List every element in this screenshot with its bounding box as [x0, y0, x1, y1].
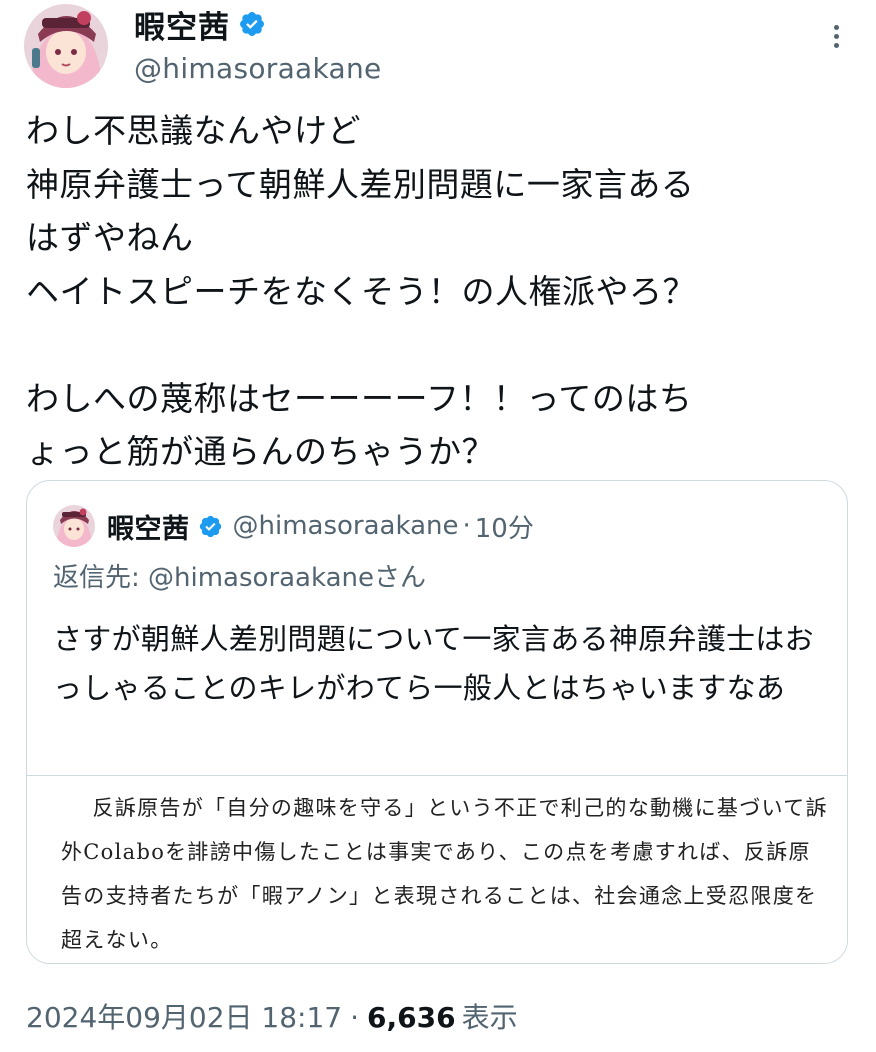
quoted-author-display-name[interactable]: 暇空茜 [107, 507, 190, 546]
quoted-author-handle[interactable]: @himasoraakane [233, 511, 459, 541]
quoted-tweet-text: さすが朝鮮人差別問題について一家言ある神原弁護士はおっしゃることのキレがわてら一… [53, 622, 814, 705]
separator-dot: · [462, 511, 471, 541]
views-count: 6,636 [367, 1001, 456, 1034]
author-handle[interactable]: @himasoraakane [134, 52, 382, 85]
author-display-name[interactable]: 暇空茜 [134, 2, 230, 47]
tweet-timestamp[interactable]: 2024年09月02日 18:17 [26, 996, 342, 1036]
quoted-reply-to[interactable]: 返信先: @himasoraakaneさん [53, 557, 426, 594]
views-label: 表示 [461, 1001, 518, 1034]
quoted-author-avatar[interactable] [53, 505, 95, 547]
more-vertical-icon-dot [833, 34, 839, 39]
quoted-tweet-image[interactable]: 反訴原告が「自分の趣味を守る」という不正で利己的な動機に基づいて訴外Colabo… [27, 775, 847, 963]
more-options-button[interactable] [826, 22, 846, 58]
document-image-text: 反訴原告が「自分の趣味を守る」という不正で利己的な動機に基づいて訴外Colabo… [61, 796, 828, 952]
tweet-text: わし不思議なんやけど 神原弁護士って朝鮮人差別問題に一家言ある はずやねん ヘイ… [26, 111, 696, 471]
separator-dot: · [350, 1001, 360, 1034]
quoted-tweet[interactable]: 暇空茜 @himasoraakane · 10分 返信先: @himasoraa… [26, 480, 848, 964]
author-avatar[interactable] [24, 4, 108, 88]
more-vertical-icon-dot [833, 43, 839, 48]
display-name-row: 暇空茜 [134, 2, 382, 47]
more-vertical-icon [833, 25, 839, 30]
quoted-tweet-time[interactable]: 10分 [475, 508, 534, 545]
quoted-verified-badge-icon [198, 514, 223, 539]
verified-badge-icon[interactable] [238, 10, 266, 38]
tweet-meta: 2024年09月02日 18:17 · 6,636 表示 [26, 996, 518, 1036]
quoted-tweet-header: 暇空茜 @himasoraakane · 10分 [53, 501, 534, 551]
author-info: 暇空茜 @himasoraakane [134, 2, 382, 86]
